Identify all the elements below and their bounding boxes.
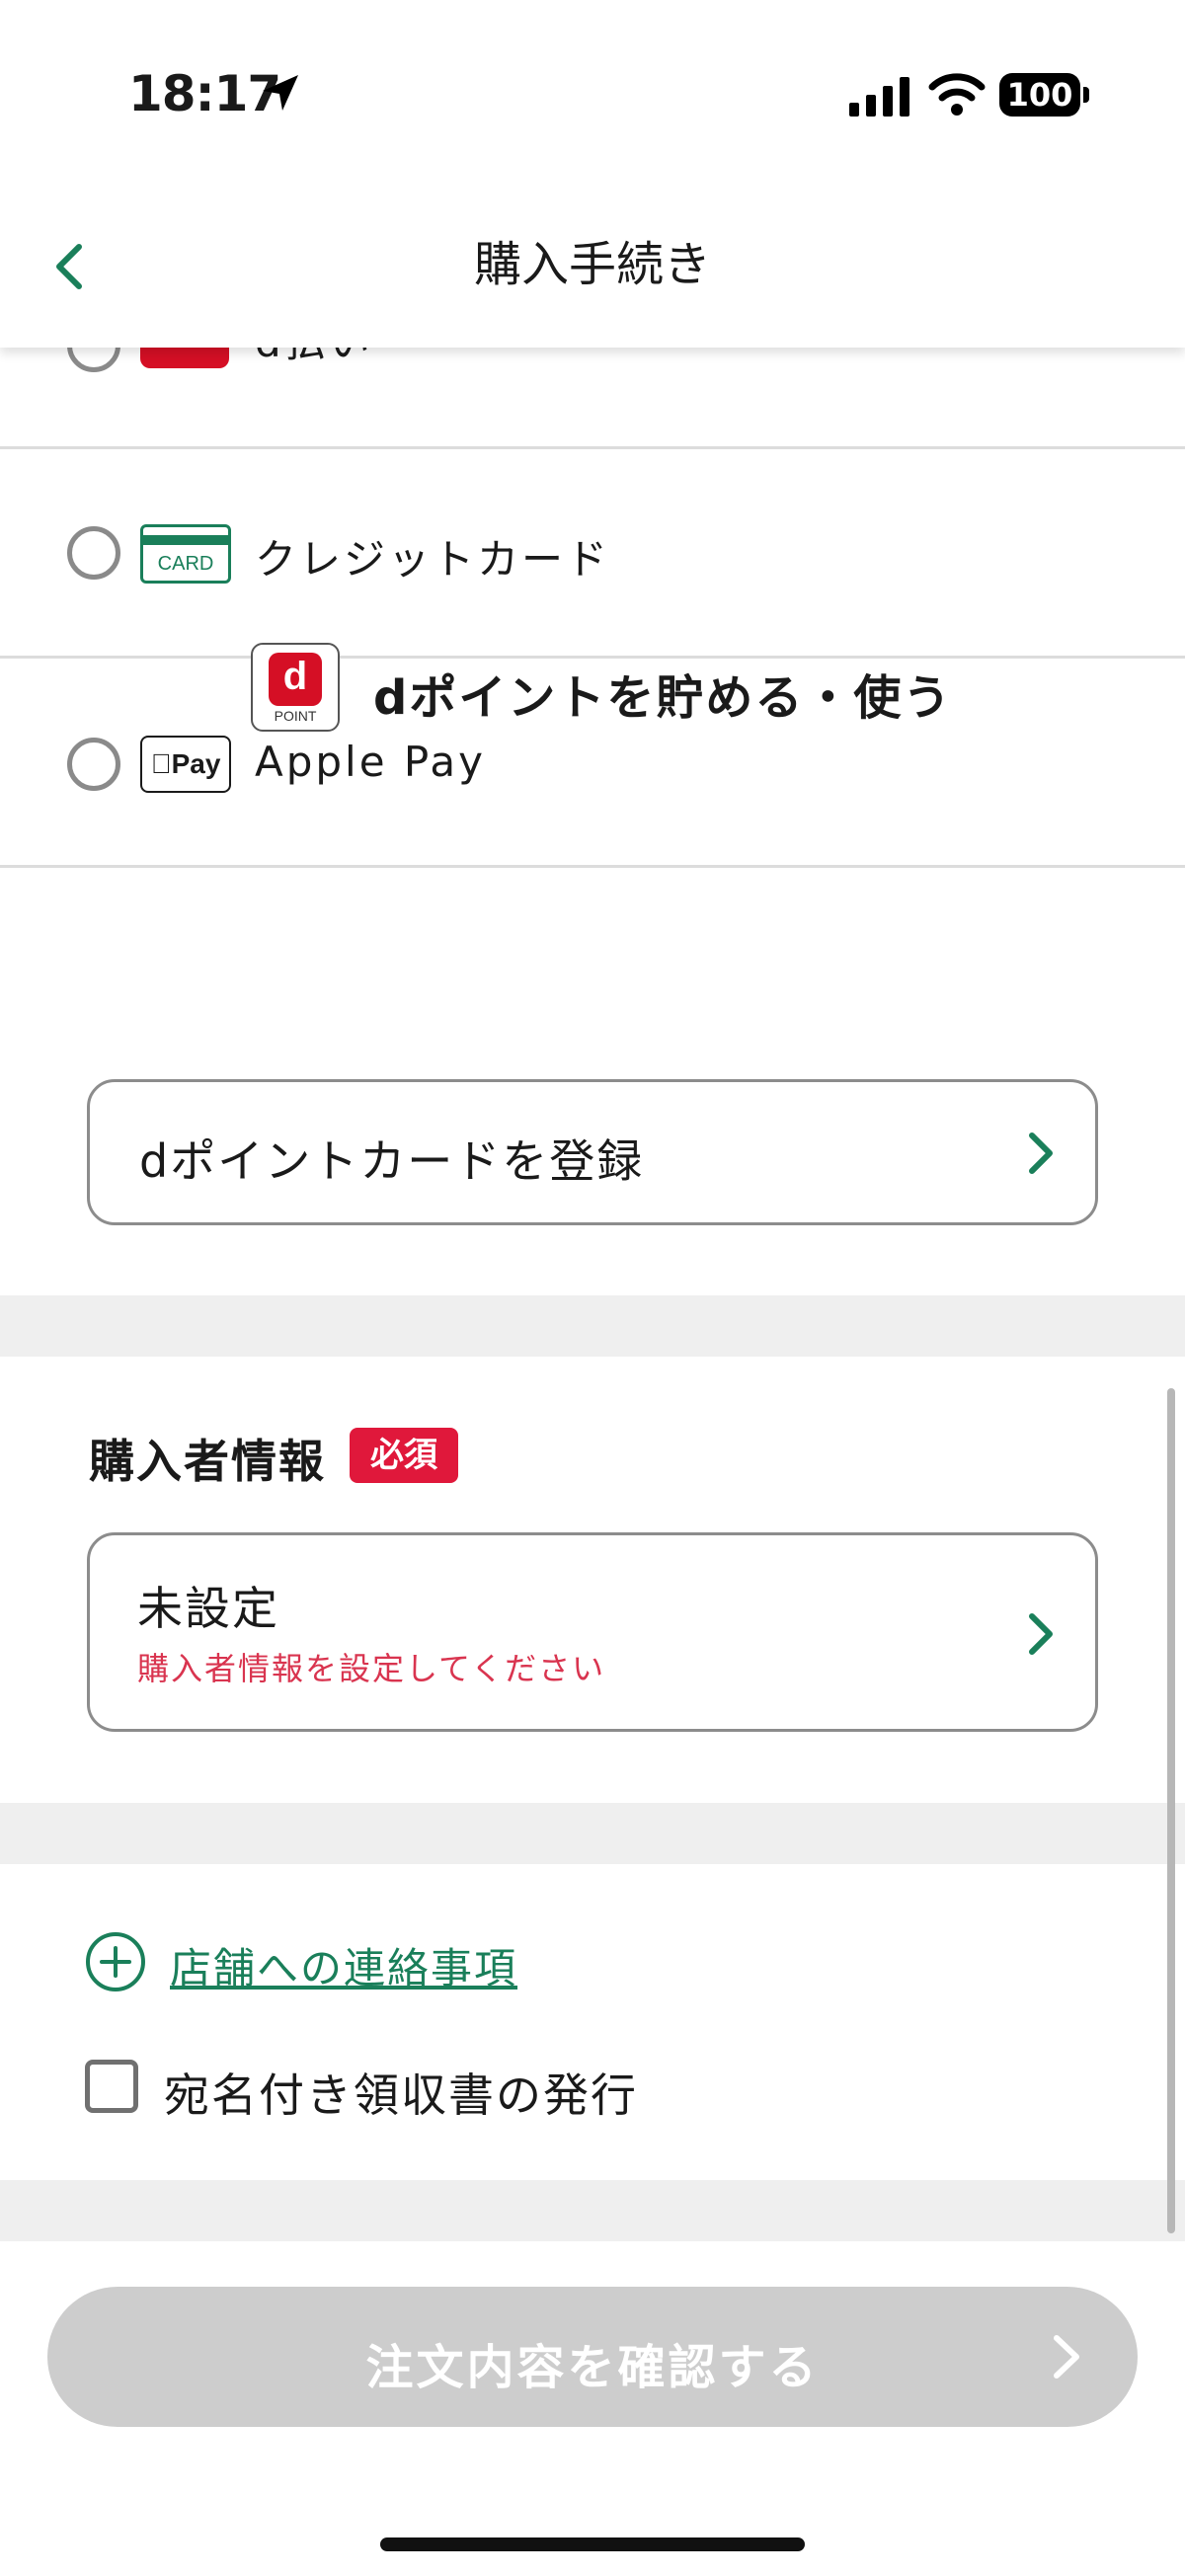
- status-bar: 18:17 100: [0, 0, 1185, 188]
- battery-indicator: 100: [999, 73, 1080, 117]
- dpoint-register-button[interactable]: dポイントカードを登録: [87, 1079, 1098, 1225]
- plus-circle-icon[interactable]: [85, 1931, 146, 1992]
- payment-label-credit-card: クレジットカード: [255, 535, 611, 584]
- receipt-label: 宛名付き領収書の発行: [164, 2069, 638, 2122]
- chevron-right-icon: [1054, 2335, 1079, 2379]
- page-header: 購入手続き: [0, 188, 1185, 348]
- payment-option-credit-card[interactable]: CARD クレジットカード: [0, 449, 1185, 659]
- cellular-signal-icon: [849, 77, 909, 117]
- page-title: 購入手続き: [473, 237, 711, 292]
- radio-credit-card[interactable]: [67, 526, 120, 580]
- payment-label-apple-pay: Apple Pay: [255, 738, 486, 786]
- apple-pay-logo: Pay: [140, 736, 231, 793]
- chevron-right-icon: [1029, 1132, 1053, 1174]
- buyer-info-message: 購入者情報を設定してください: [137, 1650, 606, 1687]
- section-divider: [0, 1803, 1185, 1864]
- scrollbar[interactable]: [1167, 1388, 1175, 2233]
- section-divider: [0, 1295, 1185, 1357]
- buyer-info-title: 購入者情報: [89, 1435, 326, 1488]
- receipt-checkbox[interactable]: [85, 2060, 138, 2113]
- location-arrow-icon: [263, 75, 298, 111]
- confirm-order-label: 注文内容を確認する: [365, 2340, 820, 2395]
- section-divider: [0, 2180, 1185, 2241]
- buyer-info-button[interactable]: 未設定 購入者情報を設定してください: [87, 1532, 1098, 1732]
- dpoint-logo: d POINT: [251, 643, 340, 732]
- home-indicator[interactable]: [380, 2537, 805, 2551]
- radio-apple-pay[interactable]: [67, 738, 120, 791]
- dpoint-title: dポイントを貯める・使う: [373, 670, 953, 726]
- credit-card-logo: CARD: [140, 524, 231, 584]
- battery-nub: [1083, 87, 1089, 103]
- store-contact-link[interactable]: 店舗への連絡事項: [170, 1935, 517, 1995]
- dpoint-register-label: dポイントカードを登録: [139, 1134, 645, 1188]
- chevron-right-icon: [1029, 1613, 1053, 1655]
- wifi-icon: [928, 73, 986, 116]
- required-badge: 必須: [350, 1428, 458, 1483]
- buyer-info-value: 未設定: [137, 1582, 279, 1635]
- confirm-order-button[interactable]: 注文内容を確認する: [47, 2287, 1138, 2427]
- apple-icon: : [151, 748, 172, 779]
